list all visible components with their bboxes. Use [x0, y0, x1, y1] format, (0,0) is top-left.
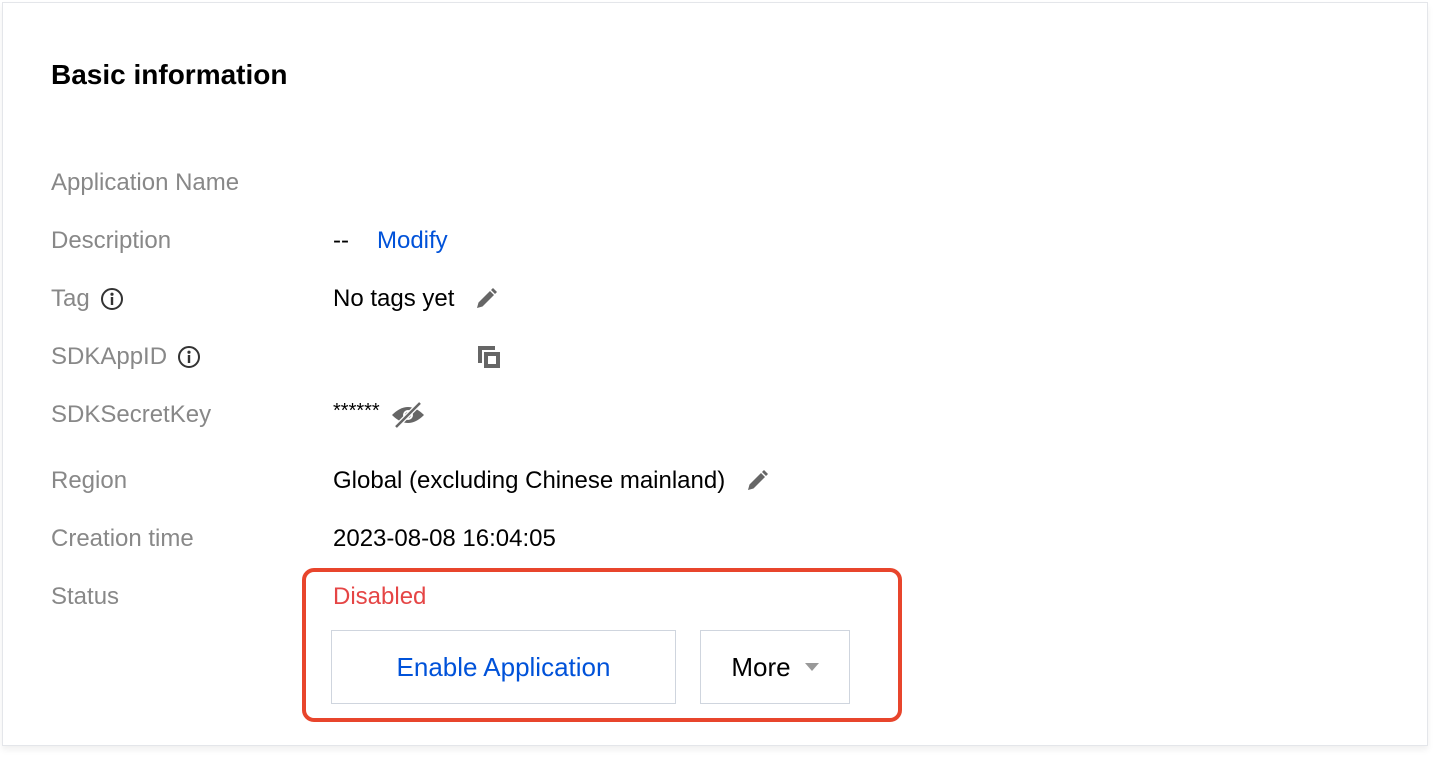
description-label: Description [51, 227, 172, 254]
edit-tag-pencil-icon[interactable] [474, 287, 498, 311]
tag-label-wrap: Tag [51, 285, 333, 313]
region-label: Region [51, 467, 128, 494]
application-name-label: Application Name [51, 169, 240, 196]
field-creation-time: Creation time 2023-08-08 16:04:05 [51, 519, 556, 559]
sdkappid-label-wrap: SDKAppID [51, 343, 333, 371]
creation-time-label: Creation time [51, 525, 194, 552]
modify-description-link[interactable]: Modify [377, 227, 448, 255]
section-title: Basic information [51, 59, 288, 90]
region-value-wrap: Global (excluding Chinese mainland) [333, 467, 769, 495]
sdkappid-info-icon[interactable] [177, 345, 201, 369]
edit-region-pencil-icon[interactable] [745, 469, 769, 493]
field-tag: Tag No tags yet [51, 279, 498, 319]
tag-label: Tag [51, 285, 90, 312]
more-dropdown-button[interactable]: More [700, 630, 850, 704]
tag-value: No tags yet [333, 285, 455, 312]
field-application-name: Application Name [51, 163, 333, 203]
field-description: Description -- Modify [51, 221, 448, 261]
description-value: -- [333, 227, 349, 254]
field-sdksecretkey: SDKSecretKey ****** [51, 395, 426, 435]
field-region: Region Global (excluding Chinese mainlan… [51, 461, 769, 501]
tag-value-wrap: No tags yet [333, 285, 498, 313]
sdksecretkey-label: SDKSecretKey [51, 401, 212, 428]
caret-down-icon [804, 663, 819, 671]
more-button-label: More [731, 651, 791, 682]
field-sdkappid: SDKAppID [51, 337, 503, 377]
sdksecretkey-value-wrap: ****** [333, 399, 426, 429]
region-value: Global (excluding Chinese mainland) [333, 467, 726, 494]
sdksecretkey-value: ****** [333, 399, 380, 422]
description-value-wrap: -- Modify [333, 227, 448, 255]
sdkappid-label: SDKAppID [51, 343, 168, 370]
enable-application-button[interactable]: Enable Application [331, 630, 676, 704]
status-label: Status [51, 583, 120, 610]
copy-sdkappid-copy-icon[interactable] [475, 343, 503, 371]
tag-info-icon[interactable] [100, 287, 124, 311]
toggle-secret-eye-off-icon[interactable] [390, 401, 426, 429]
creation-time-value: 2023-08-08 16:04:05 [333, 525, 556, 552]
